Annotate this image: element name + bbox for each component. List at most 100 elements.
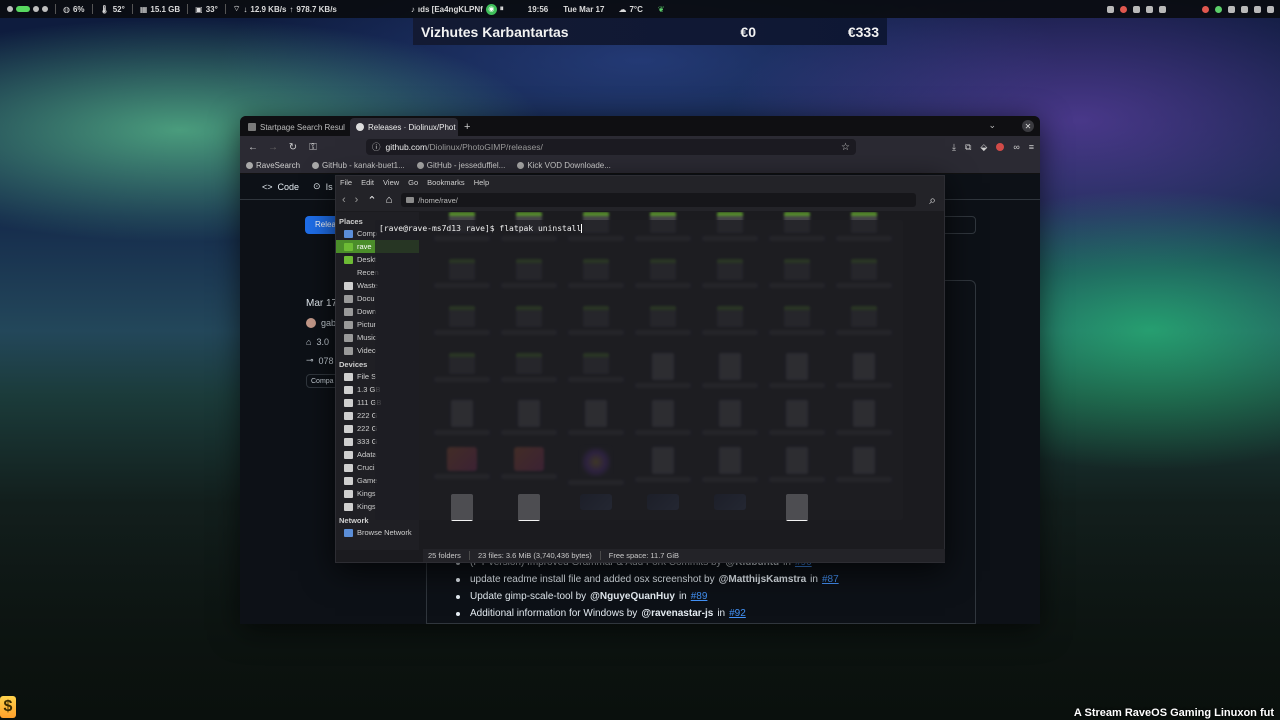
menu-edit[interactable]: Edit (361, 178, 374, 189)
cpu-usage: ◍ 6% (63, 4, 85, 14)
workspace-dot-icon (33, 6, 39, 12)
recent-icon (344, 269, 353, 277)
upload-icon: ↑ (289, 4, 294, 14)
back-button[interactable]: ← (246, 142, 260, 153)
workspace-dot-icon (42, 6, 48, 12)
menu-file[interactable]: File (340, 178, 352, 189)
pr-link[interactable]: #92 (729, 608, 746, 619)
gpu-temp: ▣ 33° (195, 4, 218, 14)
tray-app-icon[interactable] (1146, 5, 1153, 13)
tab-releases[interactable]: Releases · Diolinux/Phot ✕ (350, 118, 458, 136)
dollar-icon: $ (0, 696, 16, 718)
list-item: Additional information for Windows by @r… (456, 605, 839, 622)
overlay-name: Vizhutes Karbantartas (421, 23, 569, 40)
stream-overlay-bar: Vizhutes Karbantartas €0 €333 (413, 18, 887, 45)
tab-code[interactable]: <> Code (262, 182, 299, 192)
close-window-button[interactable]: ✕ (1022, 120, 1034, 132)
sidebar-item-browse-network[interactable]: Browse Network (336, 526, 419, 539)
text-cursor (581, 224, 583, 233)
tray-power-icon[interactable] (1267, 5, 1274, 13)
drive-icon (344, 372, 353, 381)
tray-record-icon[interactable] (1202, 5, 1209, 13)
up-button[interactable]: ⌃ (367, 194, 376, 207)
startpage-favicon-icon (248, 123, 256, 131)
folder-icon (344, 307, 353, 316)
reload-button[interactable]: ↻ (286, 142, 300, 153)
spotify-icon: ◉ (485, 3, 497, 15)
menu-go[interactable]: Go (408, 178, 418, 189)
chevron-down-icon[interactable]: ⌄ (988, 120, 996, 131)
search-icon[interactable]: ⌕ (929, 193, 936, 208)
tab-issues[interactable]: ⊙ Is (313, 181, 333, 192)
back-button[interactable]: ‹ (342, 194, 346, 206)
menu-icon[interactable]: ≡ (1029, 142, 1034, 152)
tray-app-icon[interactable] (1107, 5, 1114, 13)
bookmark-item[interactable]: GitHub - jesseduffiel... (416, 161, 505, 170)
tab-startpage[interactable]: Startpage Search Resul ✕ (242, 118, 350, 136)
bookmark-star-icon[interactable]: ☆ (841, 142, 850, 153)
site-info-icon[interactable]: ⓘ (372, 141, 381, 153)
pr-link[interactable]: #87 (822, 574, 839, 585)
file-toolbar: ‹ › ⌃ ⌂ /home/rave/ ⌕ (336, 189, 944, 211)
play-pause-icon[interactable]: ⏸ (500, 4, 504, 14)
separator (599, 551, 601, 560)
menu-view[interactable]: View (383, 178, 399, 189)
home-button[interactable]: ⌂ (386, 194, 393, 206)
issues-icon: ⊙ (313, 181, 321, 191)
drive-icon (344, 476, 353, 485)
drive-icon (344, 489, 353, 498)
location-bar[interactable]: /home/rave/ (401, 193, 917, 207)
network-speed: ⌔ ↓ 12.9 KB/s ↑ 978.7 KB/s (232, 4, 337, 14)
user-link[interactable]: @NguyeQuanHuy (590, 591, 675, 602)
list-item: Update gimp-scale-tool by @NguyeQuanHuy … (456, 588, 839, 605)
menu-bar: File Edit View Go Bookmarks Help (336, 176, 944, 189)
bookmark-item[interactable]: GitHub - kanak-buet1... (312, 161, 405, 170)
folder-icon (344, 333, 353, 342)
music-note-icon: ♪ (410, 4, 415, 14)
changes-list: (PT version) Improved Grammar & Add Fork… (456, 554, 839, 622)
tray-app-icon[interactable] (1159, 5, 1166, 13)
forward-button[interactable]: › (355, 194, 359, 206)
new-tab-button[interactable]: + (458, 118, 476, 136)
menu-help[interactable]: Help (474, 178, 489, 189)
user-link[interactable]: @ravenastar-js (641, 608, 713, 619)
forward-button[interactable]: → (266, 142, 280, 153)
leaf-icon: ❦ (657, 4, 665, 14)
ublock-icon[interactable] (996, 143, 1005, 151)
drive-icon (344, 385, 353, 394)
tray-network-icon[interactable] (1228, 5, 1235, 13)
address-bar[interactable]: ⓘ github.com/Diolinux/PhotoGIMP/releases… (366, 139, 856, 155)
pr-link[interactable]: #89 (691, 591, 708, 602)
system-tray[interactable] (1107, 0, 1274, 18)
tray-battery-icon[interactable] (1254, 5, 1261, 13)
folder-icon (344, 294, 353, 303)
overlay-value-2: €333 (847, 23, 879, 40)
tray-volume-icon[interactable] (1241, 5, 1248, 13)
user-link[interactable]: @MatthijsKamstra (719, 574, 807, 585)
bookmark-item[interactable]: RaveSearch (246, 161, 300, 170)
menu-bookmarks[interactable]: Bookmarks (427, 178, 465, 189)
terminal-command[interactable]: flatpak uninstall (499, 224, 581, 233)
cpu-temp: 🌡︎ 52° (99, 4, 125, 14)
glasses-icon[interactable]: ∞ (1013, 142, 1019, 152)
puzzle-icon[interactable]: ⬙ (980, 142, 987, 153)
extension-icon[interactable]: ⧉ (965, 142, 971, 153)
workspace-indicator[interactable] (0, 0, 55, 18)
bookmark-item[interactable]: Kick VOD Downloade... (517, 161, 611, 170)
tray-app-icon[interactable] (1133, 5, 1140, 13)
bookmark-favicon-icon (246, 162, 253, 169)
terminal-window[interactable]: [rave@rave-ms7d13 rave]$ flatpak uninsta… (375, 220, 903, 520)
clock[interactable]: 19:56 Tue Mar 17 (521, 0, 612, 18)
drive-icon (344, 502, 353, 511)
memory-icon: ▦ (139, 4, 148, 14)
github-favicon-icon (416, 162, 424, 169)
tray-status-icon[interactable] (1215, 5, 1222, 13)
cloud-icon: ☁ (618, 4, 627, 14)
network-icon (344, 528, 353, 537)
weather[interactable]: ☁ 7°C ❦ (611, 0, 671, 18)
navigation-bar: ← → ↻ ⚿ ⓘ github.com/Diolinux/PhotoGIMP/… (240, 136, 1040, 158)
key-icon[interactable]: ⚿ (306, 142, 320, 153)
tray-alert-icon[interactable] (1120, 5, 1127, 13)
media-player[interactable]: ♪ ıds [Ea4ngKLPNf ◉ ⏸ (404, 0, 511, 18)
downloads-icon[interactable]: ⤓ (952, 142, 956, 153)
